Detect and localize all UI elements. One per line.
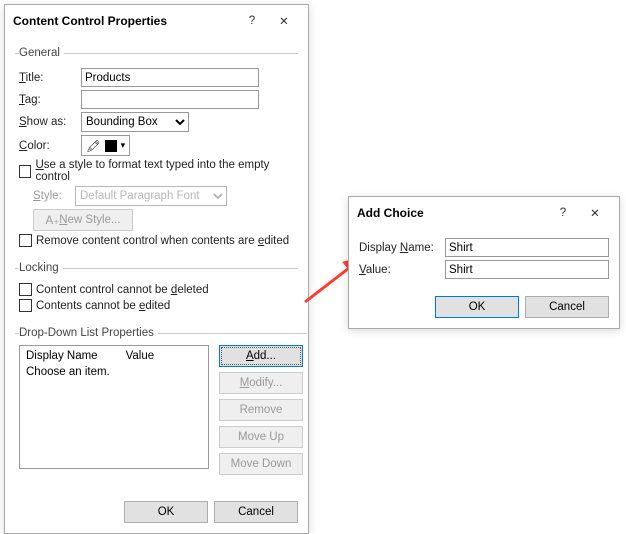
- use-style-label: Use a style to format text typed into th…: [35, 159, 294, 183]
- style-label: Style:: [33, 190, 75, 202]
- add-button[interactable]: Add...: [219, 345, 303, 367]
- dialog-title: Content Control Properties: [13, 14, 236, 28]
- cancel-button[interactable]: Cancel: [525, 296, 609, 318]
- move-down-button: Move Down: [219, 453, 303, 475]
- cannot-delete-label: Content control cannot be deleted: [36, 284, 209, 296]
- dropdown-legend: Drop-Down List Properties: [19, 327, 158, 339]
- general-group: General Title: Tag: Show as: Bounding Bo…: [15, 47, 298, 254]
- close-icon[interactable]: ✕: [268, 11, 300, 31]
- dropdown-list-group: Drop-Down List Properties Display Name V…: [15, 327, 307, 479]
- list-header-displayname: Display Name: [26, 350, 98, 362]
- showas-label: Show as:: [19, 116, 81, 128]
- remove-when-edited-label: Remove content control when contents are…: [36, 235, 289, 247]
- dialog-title: Add Choice: [357, 206, 547, 220]
- locking-group: Locking Content control cannot be delete…: [15, 262, 298, 319]
- value-input[interactable]: [445, 260, 609, 279]
- dropdown-listbox[interactable]: Display Name Value Choose an item.: [19, 345, 209, 469]
- help-icon[interactable]: ?: [236, 11, 268, 31]
- titlebar: Add Choice ? ✕: [349, 197, 619, 229]
- help-icon[interactable]: ?: [547, 203, 579, 223]
- cancel-button[interactable]: Cancel: [214, 501, 298, 523]
- use-style-checkbox[interactable]: [19, 165, 31, 178]
- color-picker-button[interactable]: 🖍 ▾: [81, 135, 130, 156]
- value-label: Value:: [359, 264, 445, 276]
- cannot-delete-checkbox[interactable]: [19, 283, 32, 296]
- new-style-button: A₊ New Style...: [33, 209, 133, 231]
- showas-select[interactable]: Bounding Box: [81, 112, 189, 132]
- add-choice-dialog: Add Choice ? ✕ Display Name: Value: OK C…: [348, 196, 620, 329]
- content-control-properties-dialog: Content Control Properties ? ✕ General T…: [4, 4, 309, 534]
- locking-legend: Locking: [19, 262, 63, 274]
- close-icon[interactable]: ✕: [579, 203, 611, 223]
- move-up-button: Move Up: [219, 426, 303, 448]
- cannot-edit-label: Contents cannot be edited: [36, 300, 170, 312]
- remove-when-edited-checkbox[interactable]: [19, 234, 32, 247]
- title-label: Title:: [19, 72, 81, 84]
- list-header-value: Value: [126, 350, 155, 362]
- color-bucket-icon: 🖍: [86, 139, 101, 153]
- style-select: Default Paragraph Font: [75, 186, 227, 206]
- display-name-input[interactable]: [445, 238, 609, 257]
- remove-button: Remove: [219, 399, 303, 421]
- titlebar: Content Control Properties ? ✕: [5, 5, 308, 37]
- chevron-down-icon: ▾: [121, 140, 126, 151]
- cannot-edit-checkbox[interactable]: [19, 299, 32, 312]
- ok-button[interactable]: OK: [435, 296, 519, 318]
- list-item[interactable]: Choose an item.: [26, 366, 202, 378]
- general-legend: General: [19, 47, 64, 59]
- color-label: Color:: [19, 140, 81, 152]
- title-input[interactable]: [81, 68, 259, 87]
- ok-button[interactable]: OK: [124, 501, 208, 523]
- tag-label: Tag:: [19, 94, 81, 106]
- display-name-label: Display Name:: [359, 242, 445, 254]
- tag-input[interactable]: [81, 90, 259, 109]
- color-swatch: [105, 140, 117, 152]
- modify-button: Modify...: [219, 372, 303, 394]
